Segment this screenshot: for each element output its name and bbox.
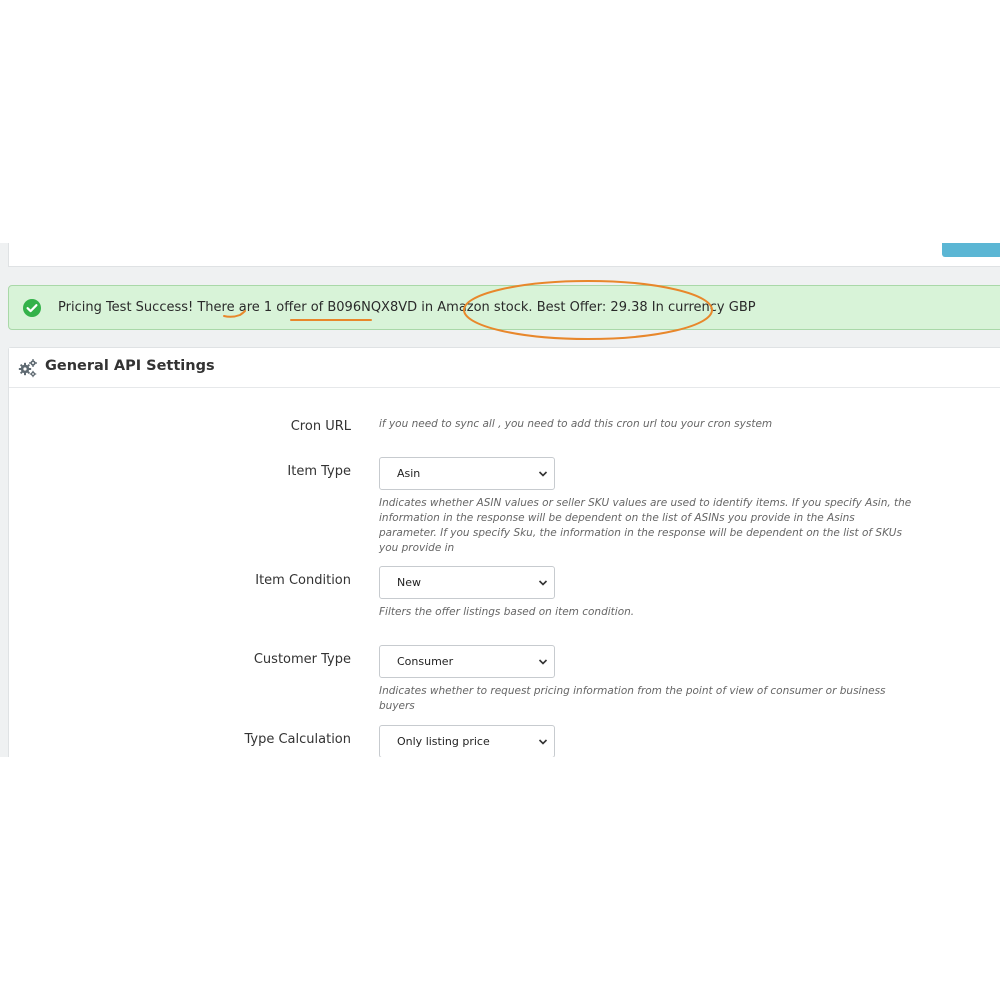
screenshot-area: Pricing Test Success! There are 1 offer …: [0, 243, 1000, 757]
customer-type-select[interactable]: Consumer: [379, 645, 555, 678]
alert-text-part: in Amazon stock. Best Offer: 29.38 In cu…: [417, 300, 756, 315]
previous-panel: [8, 243, 1000, 267]
item-type-select[interactable]: Asin: [379, 457, 555, 490]
customer-type-help: Indicates whether to request pricing inf…: [379, 685, 886, 712]
success-alert: Pricing Test Success! There are 1 offer …: [8, 285, 1000, 330]
item-type-help: Indicates whether ASIN values or seller …: [379, 497, 912, 554]
asin-value: B096NQX8VD: [327, 300, 418, 315]
check-circle-icon: [23, 299, 41, 317]
item-type-value: Asin: [397, 467, 421, 480]
general-api-settings-panel: General API Settings Cron URL if you nee…: [8, 347, 1000, 757]
chevron-down-icon: [538, 659, 548, 665]
alert-text-part: Pricing Test Success! There are: [58, 300, 264, 315]
item-condition-label: Item Condition: [255, 573, 351, 588]
chevron-down-icon: [538, 739, 548, 745]
type-calculation-select[interactable]: Only listing price: [379, 725, 555, 757]
panel-title: General API Settings: [45, 358, 215, 374]
type-calculation-label: Type Calculation: [244, 732, 351, 747]
item-condition-help: Filters the offer listings based on item…: [379, 606, 635, 618]
gears-icon: [18, 359, 37, 378]
item-condition-value: New: [397, 576, 421, 589]
save-button[interactable]: [942, 243, 1000, 257]
alert-message: Pricing Test Success! There are 1 offer …: [58, 298, 756, 318]
customer-type-value: Consumer: [397, 655, 454, 668]
offer-count: 1: [263, 300, 273, 315]
panel-header: General API Settings: [9, 348, 1000, 388]
chevron-down-icon: [538, 580, 548, 586]
chevron-down-icon: [538, 471, 548, 477]
cron-url-help: if you need to sync all , you need to ad…: [379, 418, 773, 430]
item-type-label: Item Type: [287, 464, 351, 479]
customer-type-label: Customer Type: [253, 652, 351, 667]
cron-url-label: Cron URL: [290, 419, 351, 434]
item-condition-select[interactable]: New: [379, 566, 555, 599]
alert-text-part: offer of: [272, 300, 328, 315]
type-calculation-value: Only listing price: [397, 735, 490, 748]
